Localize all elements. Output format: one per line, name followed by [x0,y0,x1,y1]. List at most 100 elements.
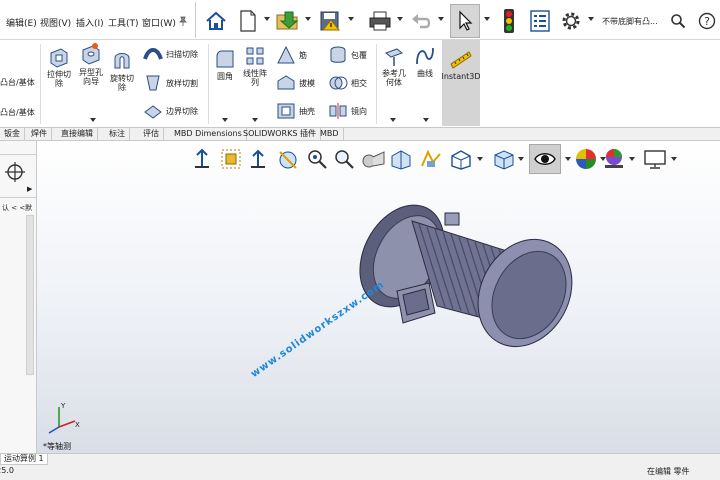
open-folder-icon[interactable] [274,4,302,38]
shell-button[interactable]: 抽壳 [276,102,315,120]
extrude-boss-button[interactable]: 凸台/基体 [0,77,35,88]
boundary-cut-button[interactable]: 边界切除 [143,102,198,120]
rebuild-traffic-light-icon[interactable] [498,4,520,38]
motor-model[interactable] [357,191,607,381]
extruded-cut-button[interactable]: 拉伸切除 [44,46,74,88]
monitor-icon[interactable] [643,144,667,174]
hole-wizard-button[interactable]: 异型孔向导 [76,42,106,86]
feature-manager-panel: ▶ 认 < <默 [0,141,37,453]
reference-caret[interactable] [390,118,396,122]
scene-caret[interactable] [629,157,635,161]
crosshair-icon[interactable] [4,161,26,186]
fillet-caret[interactable] [222,118,228,122]
view-cube-icon[interactable] [492,144,516,174]
draft-button[interactable]: 拔模 [276,73,315,93]
view-orientation-icon[interactable] [360,144,386,174]
menu-view[interactable]: 视图(V) [40,16,71,29]
fillet-button[interactable]: 圆角 [212,48,238,81]
tab-weldments[interactable]: 焊件 [27,128,52,141]
revolve-boss-button[interactable]: 凸台/基体 [0,107,35,118]
tab-solidworks-addins[interactable]: SOLIDWORKS 插件 [239,128,321,141]
revolved-cut-button[interactable]: 旋转切除 [108,50,136,92]
panel-scrollbar[interactable] [26,215,34,375]
scene-icon[interactable] [602,144,626,174]
hide-show-icon[interactable] [419,144,443,174]
cube-caret[interactable] [518,157,524,161]
search-text[interactable]: 不带底脚有凸... [602,16,658,27]
previous-view-icon[interactable] [248,144,268,174]
panel-expand-icon[interactable]: ▶ [27,185,32,193]
tab-evaluate[interactable]: 评估 [139,128,164,141]
eye-caret[interactable] [565,157,571,161]
print-icon[interactable] [366,4,394,38]
search-icon[interactable] [668,4,688,38]
lofted-cut-label: 放样切割 [166,78,198,88]
menu-insert[interactable]: 插入(I) [76,16,104,29]
file-properties-icon[interactable] [528,4,552,38]
menu-tools[interactable]: 工具(T) [108,16,139,29]
reference-geometry-button[interactable]: 参考几何体 [380,45,408,87]
zoom-to-area-icon[interactable] [220,144,242,174]
tab-mbd-dimensions[interactable]: MBD Dimensions [170,128,247,141]
svg-text:?: ? [704,15,710,28]
monitor-caret[interactable] [671,157,677,161]
instant3d-button[interactable]: Instant3D [441,40,481,126]
curves-button[interactable]: 曲线 [412,45,438,78]
mirror-button[interactable]: 镜向 [328,102,367,120]
cut-group-caret[interactable] [90,118,96,122]
new-document-icon[interactable] [236,4,260,38]
undo-icon[interactable] [408,4,434,38]
wrap-button[interactable]: 包覆 [328,45,367,65]
appearance-ball-icon[interactable] [574,144,598,174]
view-caret[interactable] [477,157,483,161]
eye-view-settings-icon[interactable] [529,144,561,174]
options-dropdown-caret[interactable] [588,17,594,21]
linear-pattern-label: 线性阵列 [243,69,267,87]
pin-icon[interactable] [176,4,190,38]
fillet-icon [216,50,234,68]
options-gear-icon[interactable] [558,4,584,38]
print-dropdown-caret[interactable] [397,17,403,21]
select-dropdown-caret[interactable] [484,17,490,21]
tab-direct-editing[interactable]: 直接编辑 [57,128,98,141]
feature-tree-item[interactable]: 认 < <默 [2,203,32,213]
intersect-label: 相交 [351,78,367,88]
open-dropdown-caret[interactable] [305,17,311,21]
display-style-icon[interactable] [389,144,413,174]
graphics-area[interactable]: www.solidworkszxw.com Y X *等轴测 [37,141,720,453]
motion-study-tab[interactable]: 运动算例 1 [0,454,48,465]
menu-window[interactable]: 窗口(W) [142,16,176,29]
new-dropdown-caret[interactable] [264,17,270,21]
draft-icon [277,75,295,90]
command-manager-tabs: 钣金 焊件 直接编辑 标注 评估 MBD Dimensions SOLIDWOR… [0,128,720,141]
instant3d-icon [450,51,472,69]
curves-caret[interactable] [423,118,429,122]
tab-sheet-metal[interactable]: 钣金 [0,128,25,141]
lofted-cut-icon [146,75,160,91]
edit-appearance-icon[interactable] [449,144,473,174]
dynamic-annotation-icon[interactable] [333,144,355,174]
pattern-caret[interactable] [252,118,258,122]
hole-wizard-icon [82,43,100,65]
save-icon[interactable] [316,4,344,38]
view-orientation-label: *等轴测 [43,442,71,451]
rib-button[interactable]: 筋 [276,45,307,65]
home-icon[interactable] [202,4,230,38]
menu-edit[interactable]: 编辑(E) [6,16,37,29]
swept-cut-button[interactable]: 扫描切除 [143,45,198,63]
tab-mbd[interactable]: MBD [316,128,344,141]
zoom-to-fit-icon[interactable] [192,144,212,174]
lofted-cut-button[interactable]: 放样切割 [143,73,198,93]
undo-dropdown-caret[interactable] [438,17,444,21]
extruded-cut-label: 拉伸切除 [47,70,71,88]
intersect-button[interactable]: 相交 [328,73,367,93]
help-icon[interactable]: ? [696,4,718,38]
revolved-cut-icon [114,53,130,69]
section-view-icon[interactable] [276,144,300,174]
save-dropdown-caret[interactable] [348,17,354,21]
linear-pattern-button[interactable]: 线性阵列 [240,45,270,87]
tab-markup[interactable]: 标注 [105,128,130,141]
linear-pattern-icon [246,47,264,65]
select-pointer-icon[interactable] [450,4,480,38]
zoom-selection-icon[interactable] [306,144,328,174]
